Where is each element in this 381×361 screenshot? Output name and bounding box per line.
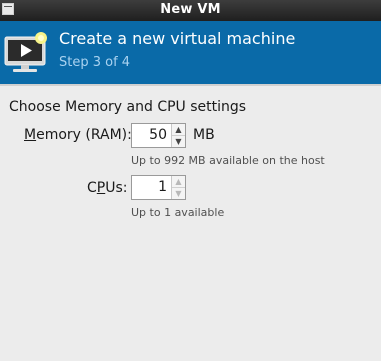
- header-step: Step 3 of 4: [59, 55, 131, 70]
- header-title: Create a new virtual machine: [59, 29, 296, 48]
- cpus-value[interactable]: 1: [132, 176, 173, 199]
- new-vm-window: New VM Create a new virtual machine Step…: [0, 0, 381, 361]
- cpus-spinbox[interactable]: 1 ▲ ▼: [131, 175, 186, 200]
- cpus-hint: Up to 1 available: [131, 206, 225, 219]
- memory-value[interactable]: 50: [132, 124, 173, 147]
- computer-play-icon: [4, 32, 47, 72]
- memory-label-text: emory (RAM):: [36, 127, 132, 143]
- cpus-label: CPUs:: [87, 180, 128, 196]
- section-heading: Choose Memory and CPU settings: [9, 99, 247, 115]
- memory-label-mnemonic: M: [24, 127, 37, 143]
- cpus-decrement-icon[interactable]: ▼: [172, 188, 185, 199]
- header-separator: [0, 84, 381, 86]
- cpus-label-mnemonic: P: [96, 180, 106, 196]
- window-title: New VM: [160, 2, 221, 17]
- memory-spin-arrows: ▲ ▼: [171, 124, 185, 147]
- memory-label: Memory (RAM):: [24, 127, 132, 143]
- cpus-spin-arrows: ▲ ▼: [171, 176, 185, 199]
- memory-increment-icon[interactable]: ▲: [172, 124, 185, 136]
- memory-unit: MB: [193, 127, 215, 143]
- cpus-label-post: Us:: [105, 180, 128, 196]
- cpus-increment-icon[interactable]: ▲: [172, 176, 185, 188]
- memory-spinbox[interactable]: 50 ▲ ▼: [131, 123, 186, 148]
- memory-decrement-icon[interactable]: ▼: [172, 136, 185, 147]
- title-bar: New VM: [0, 0, 381, 21]
- wizard-header: Create a new virtual machine Step 3 of 4: [0, 21, 381, 84]
- memory-hint: Up to 992 MB available on the host: [131, 154, 325, 167]
- cpus-label-pre: C: [87, 180, 97, 196]
